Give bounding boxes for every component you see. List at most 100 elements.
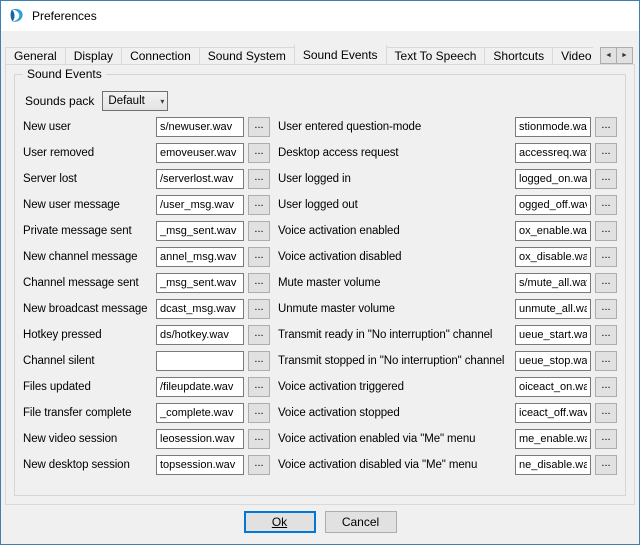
- sound-file-input[interactable]: [515, 169, 591, 189]
- browse-button[interactable]: ...: [595, 429, 617, 449]
- browse-button[interactable]: ...: [248, 403, 270, 423]
- browse-button[interactable]: ...: [248, 143, 270, 163]
- sound-event-label: New user: [23, 121, 156, 133]
- browse-button[interactable]: ...: [248, 377, 270, 397]
- browse-button[interactable]: ...: [595, 169, 617, 189]
- sound-file-input[interactable]: [156, 143, 244, 163]
- sound-file-input[interactable]: [156, 247, 244, 267]
- sound-event-row: Files updated...: [23, 377, 270, 397]
- browse-button[interactable]: ...: [248, 117, 270, 137]
- sound-file-input[interactable]: [156, 351, 244, 371]
- browse-button[interactable]: ...: [595, 195, 617, 215]
- sound-events-group: Sound Events Sounds pack Default ▾ New u…: [14, 74, 626, 496]
- browse-button[interactable]: ...: [595, 273, 617, 293]
- browse-button[interactable]: ...: [248, 195, 270, 215]
- browse-button[interactable]: ...: [248, 273, 270, 293]
- sound-file-input[interactable]: [515, 221, 591, 241]
- sound-event-label: User removed: [23, 147, 156, 159]
- sound-file-input[interactable]: [515, 273, 591, 293]
- sound-file-input[interactable]: [156, 299, 244, 319]
- sound-file-input[interactable]: [156, 377, 244, 397]
- sound-events-column-right: User entered question-mode...Desktop acc…: [278, 117, 617, 475]
- sound-file-input[interactable]: [156, 221, 244, 241]
- sound-event-row: File transfer complete...: [23, 403, 270, 423]
- cancel-button[interactable]: Cancel: [325, 511, 397, 533]
- sound-file-input[interactable]: [515, 117, 591, 137]
- browse-button[interactable]: ...: [595, 455, 617, 475]
- ok-button[interactable]: Ok: [244, 511, 316, 533]
- sound-event-row: Channel message sent...: [23, 273, 270, 293]
- sound-event-label: File transfer complete: [23, 407, 156, 419]
- tab-shortcuts[interactable]: Shortcuts: [484, 47, 553, 64]
- sound-event-label: Desktop access request: [278, 147, 515, 159]
- tab-general[interactable]: General: [5, 47, 66, 64]
- sound-event-label: Voice activation enabled: [278, 225, 515, 237]
- browse-button[interactable]: ...: [595, 143, 617, 163]
- browse-button[interactable]: ...: [248, 351, 270, 371]
- tab-scroll-right-button[interactable]: ►: [616, 47, 633, 64]
- titlebar[interactable]: Preferences: [1, 1, 639, 31]
- sound-event-label: New channel message: [23, 251, 156, 263]
- tab-video[interactable]: Video: [552, 47, 593, 64]
- sound-file-input[interactable]: [515, 455, 591, 475]
- sound-file-input[interactable]: [515, 325, 591, 345]
- sound-event-row: Voice activation enabled...: [278, 221, 617, 241]
- sound-file-input[interactable]: [156, 455, 244, 475]
- sound-file-input[interactable]: [156, 273, 244, 293]
- sound-file-input[interactable]: [156, 403, 244, 423]
- sound-file-input[interactable]: [156, 325, 244, 345]
- sound-file-input[interactable]: [156, 117, 244, 137]
- browse-button[interactable]: ...: [595, 403, 617, 423]
- sound-file-input[interactable]: [156, 169, 244, 189]
- tab-sound-events[interactable]: Sound Events: [294, 45, 387, 64]
- sound-file-input[interactable]: [515, 377, 591, 397]
- sound-file-input[interactable]: [515, 247, 591, 267]
- browse-button[interactable]: ...: [595, 117, 617, 137]
- preferences-dialog: Preferences GeneralDisplayConnectionSoun…: [0, 0, 640, 545]
- tab-text-to-speech[interactable]: Text To Speech: [386, 47, 486, 64]
- sound-event-label: Unmute master volume: [278, 303, 515, 315]
- sound-event-label: Voice activation disabled via "Me" menu: [278, 459, 515, 471]
- sound-file-input[interactable]: [515, 143, 591, 163]
- browse-button[interactable]: ...: [595, 221, 617, 241]
- window-title: Preferences: [32, 9, 97, 23]
- sound-event-row: Desktop access request...: [278, 143, 617, 163]
- browse-button[interactable]: ...: [248, 455, 270, 475]
- browse-button[interactable]: ...: [248, 169, 270, 189]
- sounds-pack-value: Default: [108, 95, 144, 107]
- app-icon: [9, 8, 25, 24]
- sound-file-input[interactable]: [515, 299, 591, 319]
- tab-connection[interactable]: Connection: [121, 47, 200, 64]
- sound-file-input[interactable]: [156, 195, 244, 215]
- browse-button[interactable]: ...: [595, 299, 617, 319]
- sound-event-label: Files updated: [23, 381, 156, 393]
- browse-button[interactable]: ...: [248, 221, 270, 241]
- chevron-down-icon: ▾: [160, 97, 164, 106]
- tab-sound-system[interactable]: Sound System: [199, 47, 295, 64]
- sound-file-input[interactable]: [515, 429, 591, 449]
- browse-button[interactable]: ...: [595, 377, 617, 397]
- sound-event-row: Mute master volume...: [278, 273, 617, 293]
- tab-scroll-left-button[interactable]: ◄: [600, 47, 617, 64]
- sounds-pack-dropdown[interactable]: Default ▾: [102, 91, 168, 111]
- tab-pane: Sound Events Sounds pack Default ▾ New u…: [5, 64, 635, 505]
- tab-display[interactable]: Display: [65, 47, 122, 64]
- sound-file-input[interactable]: [515, 403, 591, 423]
- sound-file-input[interactable]: [515, 351, 591, 371]
- sound-event-row: User logged in...: [278, 169, 617, 189]
- browse-button[interactable]: ...: [595, 247, 617, 267]
- sound-event-label: Voice activation disabled: [278, 251, 515, 263]
- browse-button[interactable]: ...: [248, 325, 270, 345]
- browse-button[interactable]: ...: [595, 351, 617, 371]
- browse-button[interactable]: ...: [248, 247, 270, 267]
- sound-file-input[interactable]: [156, 429, 244, 449]
- sound-event-label: Private message sent: [23, 225, 156, 237]
- sound-event-label: Server lost: [23, 173, 156, 185]
- browse-button[interactable]: ...: [248, 429, 270, 449]
- sound-file-input[interactable]: [515, 195, 591, 215]
- browse-button[interactable]: ...: [595, 325, 617, 345]
- sound-event-label: Voice activation enabled via "Me" menu: [278, 433, 515, 445]
- sound-event-label: New desktop session: [23, 459, 156, 471]
- browse-button[interactable]: ...: [248, 299, 270, 319]
- sound-event-row: New video session...: [23, 429, 270, 449]
